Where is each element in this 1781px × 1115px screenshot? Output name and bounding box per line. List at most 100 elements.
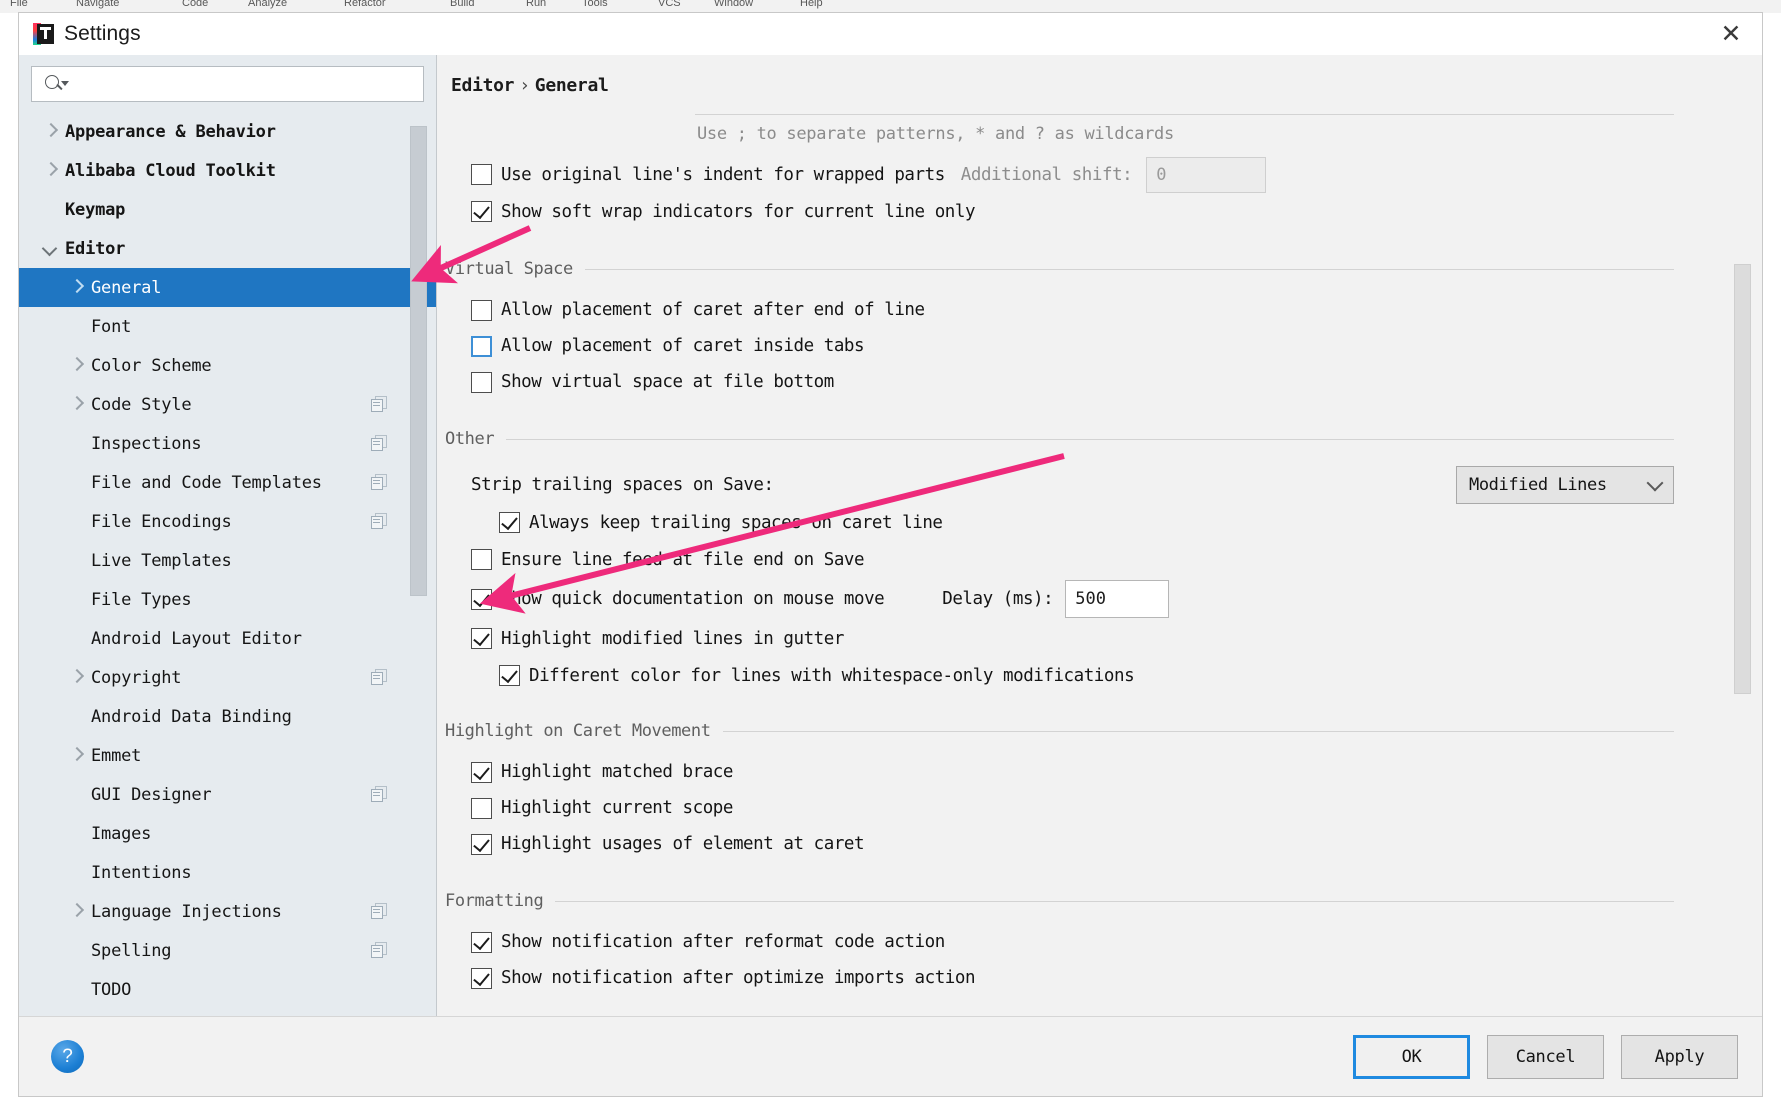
sidebar-item-gui-designer[interactable]: GUI Designer [19, 775, 436, 814]
menubar-item-refactor[interactable]: Refactor [344, 0, 386, 9]
sidebar-item-keymap[interactable]: Keymap [19, 190, 436, 229]
sidebar-item-android-data-binding[interactable]: Android Data Binding [19, 697, 436, 736]
sidebar-item-editor[interactable]: Editor [19, 229, 436, 268]
sidebar-item-general[interactable]: General [19, 268, 436, 307]
option-show-virtual-space-bottom[interactable]: Show virtual space at file bottom [471, 364, 1674, 400]
menubar-item-file[interactable]: File [10, 0, 28, 9]
sidebar-item-images[interactable]: Images [19, 814, 436, 853]
sidebar-item-file-types[interactable]: File Types [19, 580, 436, 619]
checkbox-ensure-line-feed[interactable] [471, 549, 492, 570]
option-notify-optimize-imports[interactable]: Show notification after optimize imports… [471, 960, 1674, 996]
sidebar-item-todo[interactable]: TODO [19, 970, 436, 1009]
help-icon[interactable]: ? [51, 1040, 84, 1073]
cancel-button[interactable]: Cancel [1487, 1034, 1604, 1079]
option-highlight-matched-brace[interactable]: Highlight matched brace [471, 754, 1674, 790]
option-highlight-modified-lines[interactable]: Highlight modified lines in gutter [445, 620, 1674, 657]
sidebar-item-file-encodings[interactable]: File Encodings [19, 502, 436, 541]
option-highlight-current-scope[interactable]: Highlight current scope [471, 790, 1674, 826]
menubar-item-window[interactable]: Window [714, 0, 753, 9]
option-show-quick-documentation[interactable]: Show quick documentation on mouse move D… [445, 578, 1674, 620]
option-highlight-usages[interactable]: Highlight usages of element at caret [471, 826, 1674, 862]
menubar-item-help[interactable]: Help [800, 0, 823, 9]
close-icon[interactable]: ✕ [1700, 13, 1762, 55]
sidebar-item-appearance-behavior[interactable]: Appearance & Behavior [19, 112, 436, 151]
sidebar-item-inspections[interactable]: Inspections [19, 424, 436, 463]
group-highlight-caret-movement: Highlight on Caret Movement Highlight ma… [437, 718, 1762, 862]
option-different-color-whitespace[interactable]: Different color for lines with whitespac… [445, 657, 1674, 694]
copy-settings-icon[interactable] [371, 903, 388, 920]
menubar-item-vcs[interactable]: VCS [658, 0, 681, 9]
checkbox-show-quick-documentation[interactable] [471, 588, 492, 610]
checkbox-highlight-modified-lines[interactable] [471, 628, 492, 649]
copy-settings-icon[interactable] [371, 669, 388, 686]
settings-tree[interactable]: Appearance & Behavior Alibaba Cloud Toolk… [19, 112, 436, 1016]
sidebar-item-android-layout-editor[interactable]: Android Layout Editor [19, 619, 436, 658]
option-ensure-line-feed[interactable]: Ensure line feed at file end on Save [445, 541, 1674, 578]
sidebar-item-plugins[interactable]: Plugins4 [19, 1009, 436, 1016]
sidebar-item-emmet[interactable]: Emmet [19, 736, 436, 775]
copy-settings-icon[interactable] [371, 396, 388, 413]
checkbox-notify-reformat[interactable] [471, 931, 492, 953]
checkbox-always-keep-trailing-spaces[interactable] [499, 512, 520, 533]
checkbox-different-color-whitespace[interactable] [499, 665, 520, 686]
menubar-item-navigate[interactable]: Navigate [76, 0, 119, 9]
copy-settings-icon[interactable] [371, 786, 388, 803]
copy-settings-icon[interactable] [371, 942, 388, 959]
sidebar-item-intentions[interactable]: Intentions [19, 853, 436, 892]
sidebar-item-file-and-code-templates[interactable]: File and Code Templates [19, 463, 436, 502]
option-always-keep-trailing-spaces[interactable]: Always keep trailing spaces on caret lin… [445, 504, 1674, 541]
chevron-right-icon[interactable] [65, 892, 91, 931]
checkbox-caret-after-end-of-line[interactable] [471, 299, 492, 321]
menubar-item-build[interactable]: Build [450, 0, 474, 9]
checkbox-show-soft-wrap-indicators[interactable] [471, 201, 492, 222]
copy-settings-icon[interactable] [371, 435, 388, 452]
sidebar-item-copyright[interactable]: Copyright [19, 658, 436, 697]
chevron-right-icon[interactable] [65, 346, 91, 385]
menubar-item-code[interactable]: Code [182, 0, 208, 9]
chevron-right-icon[interactable] [39, 112, 65, 151]
apply-button[interactable]: Apply [1621, 1034, 1738, 1079]
sidebar-item-code-style[interactable]: Code Style [19, 385, 436, 424]
main-scrollbar-thumb[interactable] [1734, 264, 1751, 694]
breadcrumb-root[interactable]: Editor [451, 75, 515, 96]
sidebar-item-label: Inspections [91, 433, 202, 454]
chevron-right-icon[interactable] [39, 151, 65, 190]
sidebar-scrollbar-thumb[interactable] [410, 126, 427, 596]
copy-settings-icon[interactable] [371, 474, 388, 491]
option-label: Highlight matched brace [501, 762, 733, 782]
search-box[interactable] [31, 66, 424, 102]
search-input[interactable] [70, 74, 415, 94]
menubar-item-tools[interactable]: Tools [582, 0, 608, 9]
strip-trailing-select[interactable]: Modified Lines [1456, 466, 1674, 504]
ok-button[interactable]: OK [1353, 1034, 1470, 1079]
delay-input[interactable]: 500 [1065, 580, 1170, 618]
sidebar-item-font[interactable]: Font [19, 307, 436, 346]
menubar-item-analyze[interactable]: Analyze [248, 0, 287, 9]
sidebar-item-language-injections[interactable]: Language Injections [19, 892, 436, 931]
checkbox-highlight-current-scope[interactable] [471, 797, 492, 819]
option-caret-after-end-of-line[interactable]: Allow placement of caret after end of li… [471, 292, 1674, 328]
checkbox-show-virtual-space-bottom[interactable] [471, 371, 492, 393]
copy-settings-icon[interactable] [371, 513, 388, 530]
menubar-item-run[interactable]: Run [526, 0, 546, 9]
chevron-right-icon[interactable] [65, 736, 91, 775]
checkbox-caret-inside-tabs[interactable] [471, 335, 492, 357]
chevron-down-icon[interactable] [39, 229, 65, 268]
sidebar-item-alibaba-cloud-toolkit[interactable]: Alibaba Cloud Toolkit [19, 151, 436, 190]
checkbox-highlight-usages[interactable] [471, 833, 492, 855]
chevron-right-icon[interactable] [65, 268, 91, 307]
sidebar-item-live-templates[interactable]: Live Templates [19, 541, 436, 580]
option-notify-reformat[interactable]: Show notification after reformat code ac… [471, 924, 1674, 960]
sidebar-item-label: Android Data Binding [91, 706, 292, 727]
option-use-original-indent[interactable]: Use original line's indent for wrapped p… [471, 156, 1762, 193]
checkbox-notify-optimize-imports[interactable] [471, 967, 492, 989]
additional-shift-input[interactable]: 0 [1146, 156, 1267, 193]
chevron-right-icon[interactable] [65, 385, 91, 424]
option-show-soft-wrap-indicators[interactable]: Show soft wrap indicators for current li… [471, 193, 1762, 230]
checkbox-highlight-matched-brace[interactable] [471, 761, 492, 783]
option-caret-inside-tabs[interactable]: Allow placement of caret inside tabs [471, 328, 1674, 364]
checkbox-use-original-indent[interactable] [471, 164, 492, 185]
sidebar-item-color-scheme[interactable]: Color Scheme [19, 346, 436, 385]
sidebar-item-spelling[interactable]: Spelling [19, 931, 436, 970]
chevron-right-icon[interactable] [65, 658, 91, 697]
